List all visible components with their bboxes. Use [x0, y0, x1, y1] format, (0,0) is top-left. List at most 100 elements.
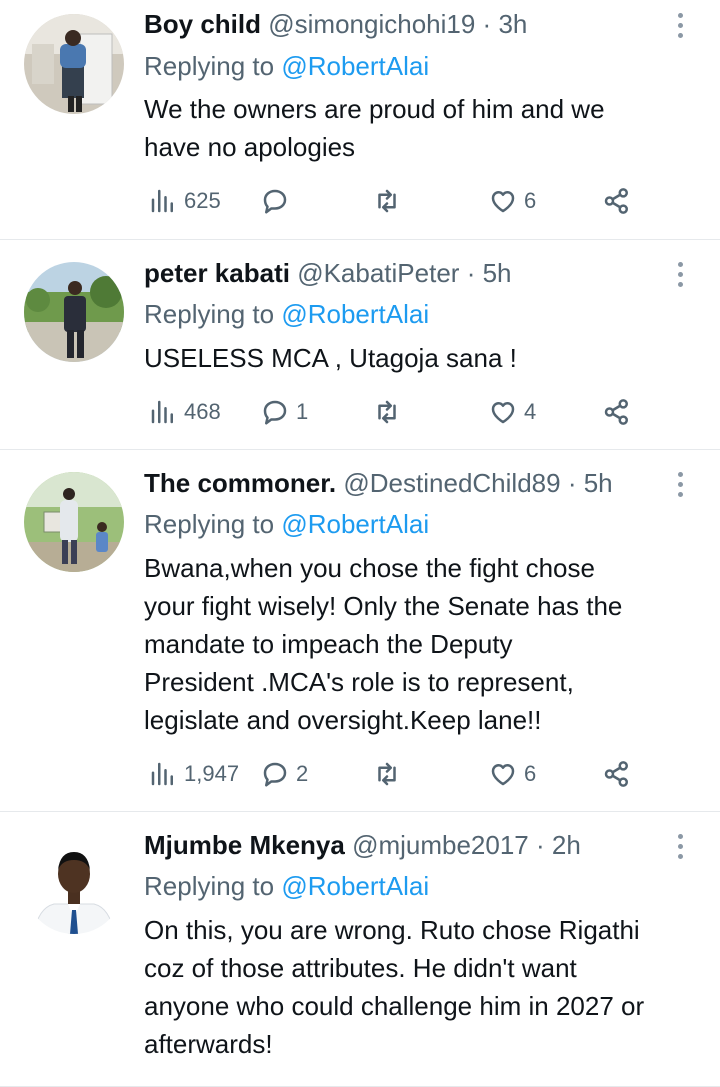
tweet-text-line: President .MCA's role is to represent, — [144, 667, 574, 697]
views-count: 1,947 — [184, 761, 240, 786]
replying-to-mention[interactable]: @RobertAlai — [281, 509, 429, 539]
action-bar: 1,947 2 6 — [144, 757, 644, 791]
replying-to-mention[interactable]: @RobertAlai — [281, 871, 429, 901]
heart-icon — [491, 764, 515, 786]
tweet-2[interactable]: peter kabati @KabatiPeter · 5h Replying … — [0, 240, 720, 450]
more-vertical-dots-icon[interactable] — [670, 467, 690, 501]
display-name[interactable]: Boy child — [144, 9, 261, 39]
replying-to-line: Replying to @RobertAlai — [144, 508, 429, 540]
tweet-text-line: We the owners are proud of him and we — [144, 94, 605, 124]
replying-to-line: Replying to @RobertAlai — [144, 50, 429, 82]
views-bar-chart-icon — [151, 189, 173, 213]
views-bar-chart-icon — [151, 762, 173, 786]
avatar-photo — [24, 472, 124, 572]
like-button[interactable]: 6 — [488, 757, 536, 791]
reply-button[interactable] — [260, 184, 290, 218]
tweet-text: We the owners are proud of him and we ha… — [144, 90, 704, 166]
more-vertical-dots-icon[interactable] — [670, 257, 690, 291]
timestamp[interactable]: 5h — [483, 258, 512, 288]
tweet-text-line: coz of those attributes. He didn't want — [144, 953, 577, 983]
tweet-text: Bwana,when you chose the fight chose you… — [144, 549, 704, 739]
heart-icon — [491, 191, 515, 213]
tweet-text-line: On this, you are wrong. Ruto chose Rigat… — [144, 915, 640, 945]
user-handle[interactable]: @KabatiPeter — [297, 258, 459, 288]
timestamp[interactable]: 5h — [584, 468, 613, 498]
avatar-photo — [24, 834, 124, 934]
tweet-header: Mjumbe Mkenya @mjumbe2017 · 2h — [144, 829, 676, 861]
tweet-text-line: USELESS MCA , Utagoja sana ! — [144, 343, 517, 373]
timestamp[interactable]: 3h — [498, 9, 527, 39]
reply-button[interactable]: 1 — [260, 395, 308, 429]
views-count: 468 — [184, 399, 221, 424]
reply-speech-bubble-icon — [263, 189, 287, 214]
replying-to-mention[interactable]: @RobertAlai — [281, 299, 429, 329]
user-handle[interactable]: @simongichohi19 — [268, 9, 475, 39]
share-button[interactable] — [602, 757, 632, 791]
share-nodes-icon — [604, 399, 628, 425]
replying-to-prefix: Replying to — [144, 871, 275, 901]
action-bar: 625 6 — [144, 184, 644, 218]
separator-dot: · — [466, 258, 476, 288]
views-button[interactable]: 625 — [148, 184, 221, 218]
replying-to-line: Replying to @RobertAlai — [144, 870, 429, 902]
likes-count: 4 — [524, 399, 537, 424]
avatar[interactable] — [24, 834, 124, 934]
retweet-button[interactable] — [372, 395, 402, 429]
tweet-text-line: afterwards! — [144, 1029, 273, 1059]
replying-to-mention[interactable]: @RobertAlai — [281, 51, 429, 81]
share-button[interactable] — [602, 395, 632, 429]
more-vertical-dots-icon[interactable] — [670, 829, 690, 863]
avatar[interactable] — [24, 472, 124, 572]
tweet-4[interactable]: Mjumbe Mkenya @mjumbe2017 · 2h Replying … — [0, 812, 720, 1087]
retweet-arrows-icon — [378, 762, 396, 786]
reply-button[interactable]: 2 — [260, 757, 308, 791]
replies-count: 1 — [296, 399, 309, 424]
likes-count: 6 — [524, 188, 537, 213]
views-bar-chart-icon — [151, 400, 173, 424]
avatar[interactable] — [24, 262, 124, 362]
tweet-text-line: anyone who could challenge him in 2027 o… — [144, 991, 645, 1021]
share-button[interactable] — [602, 184, 632, 218]
user-handle[interactable]: @mjumbe2017 — [352, 830, 529, 860]
avatar[interactable] — [24, 14, 124, 114]
views-button[interactable]: 468 — [148, 395, 221, 429]
tweet-text-line: mandate to impeach the Deputy — [144, 629, 513, 659]
share-nodes-icon — [604, 761, 628, 787]
reply-speech-bubble-icon — [263, 400, 287, 425]
tweet-text: USELESS MCA , Utagoja sana ! — [144, 339, 704, 377]
display-name[interactable]: The commoner. — [144, 468, 336, 498]
timestamp[interactable]: 2h — [552, 830, 581, 860]
likes-count: 6 — [524, 761, 537, 786]
tweet-text-line: have no apologies — [144, 132, 356, 162]
more-vertical-dots-icon[interactable] — [670, 8, 690, 42]
tweet-1[interactable]: Boy child @simongichohi19 · 3h Replying … — [0, 0, 720, 240]
separator-dot: · — [567, 468, 577, 498]
heart-icon — [491, 402, 515, 424]
tweet-3[interactable]: The commoner. @DestinedChild89 · 5h Repl… — [0, 450, 720, 812]
display-name[interactable]: Mjumbe Mkenya — [144, 830, 345, 860]
reply-speech-bubble-icon — [263, 762, 287, 787]
retweet-arrows-icon — [378, 189, 396, 213]
views-button[interactable]: 1,947 — [148, 757, 239, 791]
views-count: 625 — [184, 188, 221, 213]
tweet-header: The commoner. @DestinedChild89 · 5h — [144, 467, 676, 499]
replying-to-line: Replying to @RobertAlai — [144, 298, 429, 330]
like-button[interactable]: 4 — [488, 395, 536, 429]
like-button[interactable]: 6 — [488, 184, 536, 218]
replies-count: 2 — [296, 761, 309, 786]
avatar-photo — [24, 14, 124, 114]
action-bar: 468 1 4 — [144, 395, 644, 429]
replying-to-prefix: Replying to — [144, 51, 275, 81]
retweet-arrows-icon — [378, 400, 396, 424]
tweet-header: Boy child @simongichohi19 · 3h — [144, 8, 676, 40]
share-nodes-icon — [604, 188, 628, 214]
retweet-button[interactable] — [372, 184, 402, 218]
replying-to-prefix: Replying to — [144, 509, 275, 539]
separator-dot: · — [482, 9, 492, 39]
retweet-button[interactable] — [372, 757, 402, 791]
tweet-text: On this, you are wrong. Ruto chose Rigat… — [144, 911, 704, 1063]
tweet-text-line: Bwana,when you chose the fight chose — [144, 553, 595, 583]
separator-dot: · — [536, 830, 545, 860]
user-handle[interactable]: @DestinedChild89 — [343, 468, 560, 498]
display-name[interactable]: peter kabati — [144, 258, 290, 288]
